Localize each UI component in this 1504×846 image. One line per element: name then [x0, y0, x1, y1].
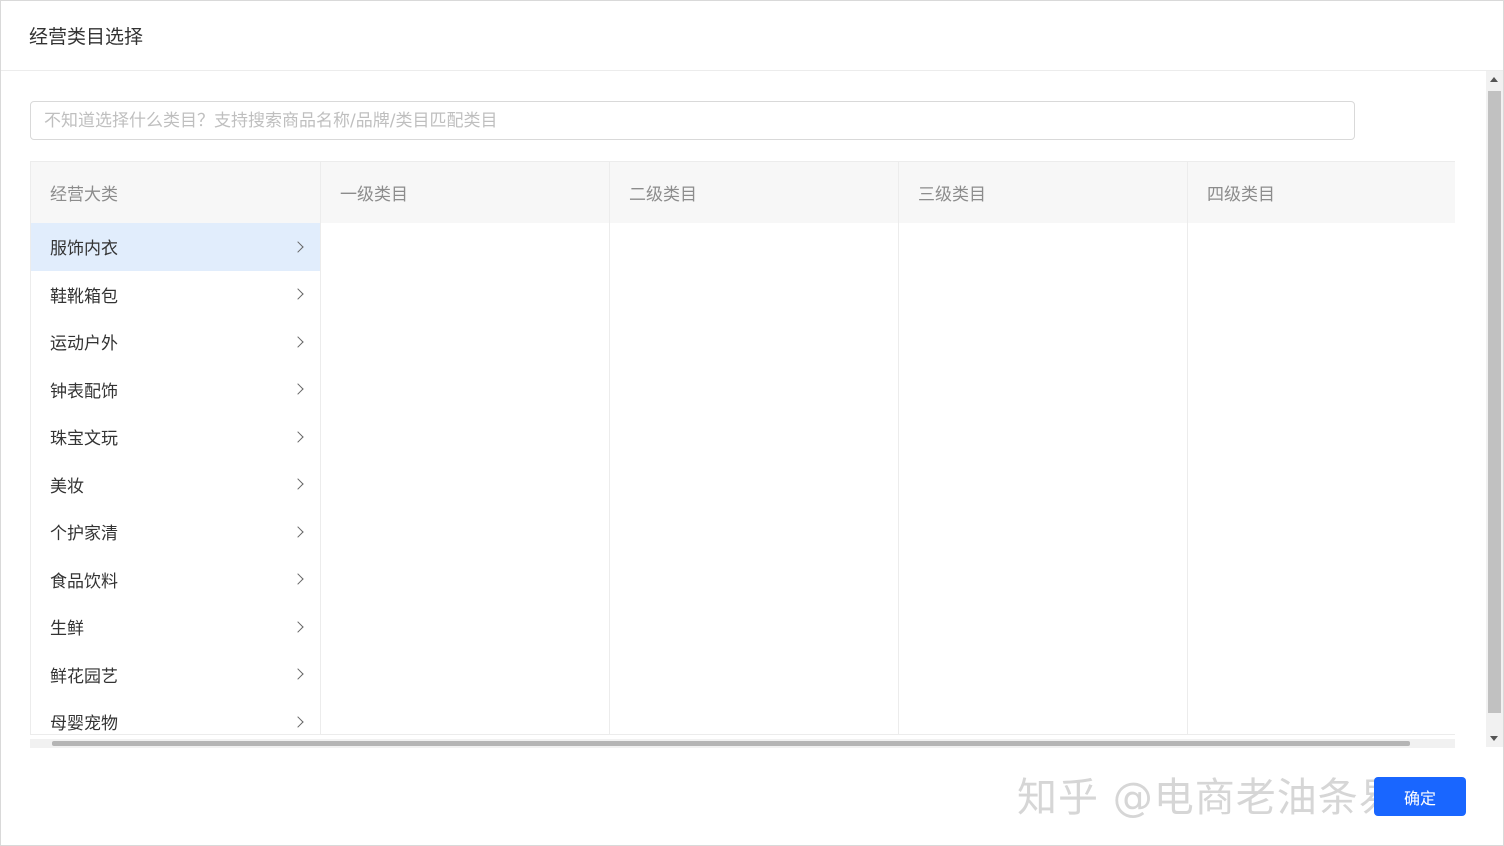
category-item[interactable]: 美妆 [31, 461, 320, 509]
column-level-2: 二级类目 [610, 162, 899, 734]
chevron-right-icon [292, 431, 304, 443]
category-label: 珠宝文玩 [50, 429, 118, 450]
chevron-right-icon [292, 668, 304, 680]
column-header-level-2: 二级类目 [610, 162, 898, 223]
chevron-right-icon [292, 288, 304, 300]
category-select-modal: 经营类目选择 经营大类 服饰内衣鞋靴箱包运动户外钟表配饰珠宝文玩美妆个护家清食品… [0, 0, 1504, 846]
category-item[interactable]: 珠宝文玩 [31, 413, 320, 461]
horizontal-scrollbar[interactable] [30, 739, 1455, 748]
vertical-scrollbar[interactable] [1486, 71, 1503, 747]
category-cascader: 经营大类 服饰内衣鞋靴箱包运动户外钟表配饰珠宝文玩美妆个护家清食品饮料生鲜鲜花园… [30, 161, 1455, 735]
category-label: 生鲜 [50, 619, 84, 640]
chevron-right-icon [292, 573, 304, 585]
category-label: 个护家清 [50, 524, 118, 545]
category-item[interactable]: 食品饮料 [31, 556, 320, 604]
column-header-level-3: 三级类目 [899, 162, 1187, 223]
category-label: 美妆 [50, 476, 84, 497]
category-label: 鲜花园艺 [50, 666, 118, 687]
modal-header: 经营类目选择 [1, 1, 1503, 71]
category-item[interactable]: 鞋靴箱包 [31, 271, 320, 319]
scroll-up-icon[interactable] [1490, 77, 1498, 82]
confirm-button[interactable]: 确定 [1374, 777, 1466, 816]
category-item[interactable]: 生鲜 [31, 603, 320, 651]
chevron-right-icon [292, 336, 304, 348]
column-header-level-1: 一级类目 [321, 162, 609, 223]
category-item[interactable]: 鲜花园艺 [31, 651, 320, 699]
column-level-1: 一级类目 [321, 162, 610, 734]
chevron-right-icon [292, 478, 304, 490]
chevron-right-icon [292, 241, 304, 253]
category-label: 运动户外 [50, 334, 118, 355]
modal-title: 经营类目选择 [29, 26, 144, 48]
category-item[interactable]: 个护家清 [31, 508, 320, 556]
category-label: 鞋靴箱包 [50, 286, 118, 307]
chevron-right-icon [292, 526, 304, 538]
column-header-business-category: 经营大类 [31, 162, 320, 223]
chevron-right-icon [292, 716, 304, 728]
category-label: 食品饮料 [50, 571, 118, 592]
column-header-level-4: 四级类目 [1188, 162, 1455, 223]
category-label: 母婴宠物 [50, 714, 118, 735]
vertical-scroll-thumb[interactable] [1488, 91, 1501, 713]
chevron-right-icon [292, 383, 304, 395]
category-label: 服饰内衣 [50, 239, 118, 260]
category-item[interactable]: 母婴宠物 [31, 698, 320, 735]
chevron-right-icon [292, 621, 304, 633]
column-level-4: 四级类目 [1188, 162, 1455, 734]
column-business-category: 经营大类 服饰内衣鞋靴箱包运动户外钟表配饰珠宝文玩美妆个护家清食品饮料生鲜鲜花园… [31, 162, 321, 735]
scroll-down-icon[interactable] [1490, 736, 1498, 741]
column-level-3: 三级类目 [899, 162, 1188, 734]
category-item[interactable]: 运动户外 [31, 318, 320, 366]
category-item[interactable]: 服饰内衣 [31, 223, 320, 271]
horizontal-scroll-thumb[interactable] [52, 741, 1410, 746]
business-category-list: 服饰内衣鞋靴箱包运动户外钟表配饰珠宝文玩美妆个护家清食品饮料生鲜鲜花园艺母婴宠物 [31, 223, 320, 735]
category-label: 钟表配饰 [50, 381, 118, 402]
category-search-input[interactable] [30, 101, 1355, 140]
category-item[interactable]: 钟表配饰 [31, 366, 320, 414]
